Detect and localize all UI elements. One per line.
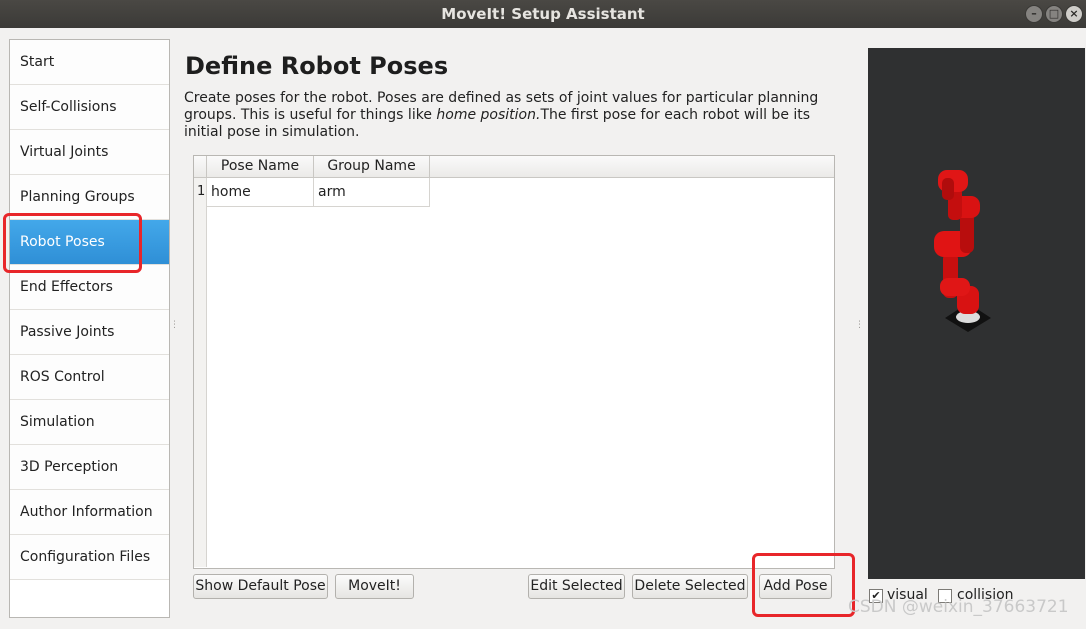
delete-selected-button[interactable]: Delete Selected xyxy=(632,574,748,599)
sidebar-item-planning-groups[interactable]: Planning Groups xyxy=(10,175,169,220)
sidebar-item-start[interactable]: Start xyxy=(10,40,169,85)
sidebar-item-passive-joints[interactable]: Passive Joints xyxy=(10,310,169,355)
sidebar-item-label: Author Information xyxy=(20,504,153,520)
splitter-handle[interactable]: ⋮ xyxy=(855,320,864,330)
sidebar-item-ros-control[interactable]: ROS Control xyxy=(10,355,169,400)
sidebar-item-label: Simulation xyxy=(20,414,95,430)
description-emphasis: home position. xyxy=(436,107,541,123)
poses-table[interactable]: Pose Name Group Name 1 home arm xyxy=(193,155,835,569)
robot-arm-model xyxy=(934,170,991,332)
watermark: CSDN @weixin_37663721 xyxy=(848,597,1069,617)
row-header-column: 1 xyxy=(194,178,207,567)
window-title-bar: MoveIt! Setup Assistant – □ × xyxy=(0,0,1086,28)
table-cell-group-name[interactable]: arm xyxy=(314,178,430,207)
window-title: MoveIt! Setup Assistant xyxy=(441,5,645,23)
sidebar-item-label: Virtual Joints xyxy=(20,144,109,160)
moveit-button[interactable]: MoveIt! xyxy=(335,574,414,599)
sidebar-item-robot-poses[interactable]: Robot Poses xyxy=(10,220,169,265)
sidebar-item-label: 3D Perception xyxy=(20,459,119,475)
sidebar-item-label: Passive Joints xyxy=(20,324,115,340)
sidebar-item-simulation[interactable]: Simulation xyxy=(10,400,169,445)
row-number[interactable]: 1 xyxy=(197,184,205,199)
sidebar-item-3d-perception[interactable]: 3D Perception xyxy=(10,445,169,490)
page-title: Define Robot Poses xyxy=(185,52,449,80)
sidebar-item-end-effectors[interactable]: End Effectors xyxy=(10,265,169,310)
robot-joint-shoulder xyxy=(940,278,970,296)
sidebar-item-label: End Effectors xyxy=(20,279,113,295)
column-header-group-name[interactable]: Group Name xyxy=(314,156,430,177)
sidebar-item-label: Start xyxy=(20,54,55,70)
sidebar-item-label: ROS Control xyxy=(20,369,105,385)
sidebar-item-label: Robot Poses xyxy=(20,234,105,250)
table-header: Pose Name Group Name xyxy=(194,156,834,178)
page-description: Create poses for the robot. Poses are de… xyxy=(184,90,844,141)
splitter-handle[interactable]: ⋮ xyxy=(170,320,179,330)
sidebar-item-virtual-joints[interactable]: Virtual Joints xyxy=(10,130,169,175)
robot-link-wrist-3 xyxy=(942,178,954,200)
robot-link-upper-arm xyxy=(960,213,974,253)
sidebar: Start Self-Collisions Virtual Joints Pla… xyxy=(9,39,170,618)
table-corner xyxy=(194,156,207,177)
minimize-icon[interactable]: – xyxy=(1025,5,1043,23)
sidebar-item-self-collisions[interactable]: Self-Collisions xyxy=(10,85,169,130)
robot-3d-viewer[interactable] xyxy=(868,48,1085,579)
edit-selected-button[interactable]: Edit Selected xyxy=(528,574,625,599)
sidebar-item-label: Configuration Files xyxy=(20,549,151,565)
sidebar-item-label: Self-Collisions xyxy=(20,99,117,115)
sidebar-item-label: Planning Groups xyxy=(20,189,135,205)
sidebar-item-configuration-files[interactable]: Configuration Files xyxy=(10,535,169,580)
maximize-icon[interactable]: □ xyxy=(1045,5,1063,23)
show-default-pose-button[interactable]: Show Default Pose xyxy=(193,574,328,599)
sidebar-item-author-information[interactable]: Author Information xyxy=(10,490,169,535)
table-cell-pose-name[interactable]: home xyxy=(207,178,314,207)
close-icon[interactable]: × xyxy=(1065,5,1083,23)
column-header-pose-name[interactable]: Pose Name xyxy=(207,156,314,177)
add-pose-button[interactable]: Add Pose xyxy=(759,574,832,599)
